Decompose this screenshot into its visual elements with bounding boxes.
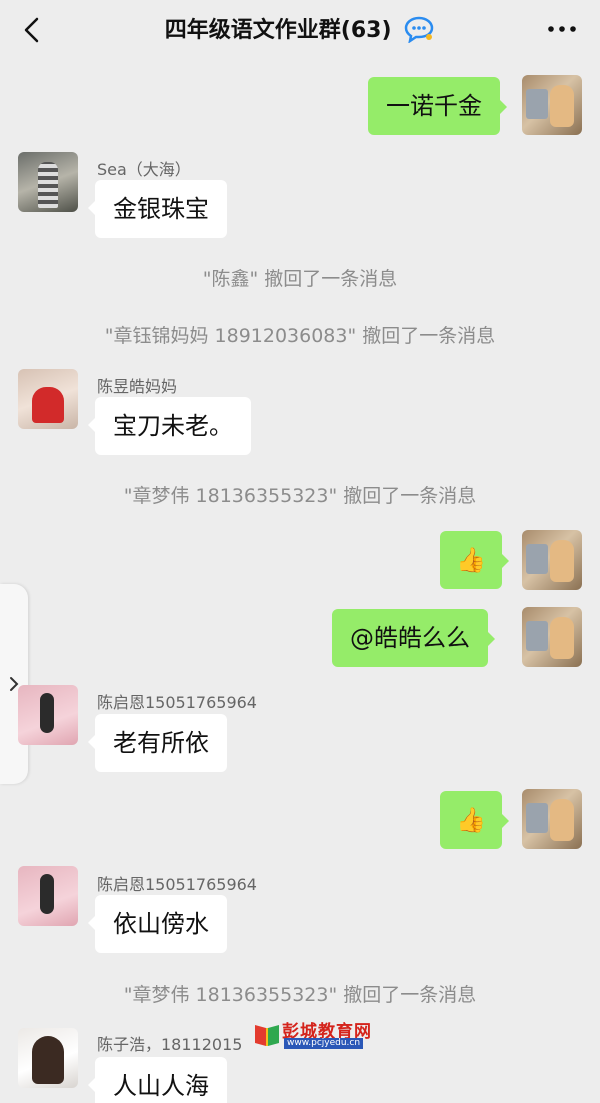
sender-name: 陈昱皓妈妈 <box>97 377 178 396</box>
thumbs-up-icon: 👍 <box>456 546 486 574</box>
outgoing-message-bubble[interactable]: 👍 <box>440 531 509 589</box>
incoming-message-bubble[interactable]: 人山人海 <box>88 1057 227 1103</box>
self-avatar[interactable] <box>522 75 582 135</box>
self-avatar[interactable] <box>522 607 582 667</box>
chat-title: 四年级语文作业群(63) <box>0 12 600 44</box>
self-avatar[interactable] <box>522 789 582 849</box>
book-logo-icon <box>255 1025 279 1046</box>
sender-avatar-qien[interactable] <box>18 866 78 926</box>
incoming-message-bubble[interactable]: 依山傍水 <box>88 895 227 953</box>
group-name: 四年级语文作业群(63) <box>164 18 392 43</box>
message-text: @皓皓么么 <box>350 624 470 652</box>
incoming-message-bubble[interactable]: 宝刀未老。 <box>88 397 251 455</box>
sender-avatar-sea[interactable] <box>18 152 78 212</box>
incoming-message-bubble[interactable]: 金银珠宝 <box>88 180 227 238</box>
outgoing-message-bubble[interactable]: @皓皓么么 <box>332 609 495 667</box>
outgoing-message-bubble[interactable]: 一诺千金 <box>368 77 507 135</box>
sender-name: 陈子浩，18112015 <box>97 1035 243 1054</box>
message-text: 一诺千金 <box>386 92 482 120</box>
recall-notice: "章梦伟 18136355323" 撤回了一条消息 <box>123 485 477 507</box>
message-text: 人山人海 <box>113 1072 209 1100</box>
site-watermark: 彭城教育网 www.pcjyedu.cn <box>252 1015 386 1051</box>
thumbs-up-icon: 👍 <box>456 806 486 834</box>
self-avatar[interactable] <box>522 530 582 590</box>
recall-notice: "章梦伟 18136355323" 撤回了一条消息 <box>123 984 477 1006</box>
message-text: 宝刀未老。 <box>113 412 233 440</box>
message-text: 老有所依 <box>113 729 209 757</box>
outgoing-message-bubble[interactable]: 👍 <box>440 791 509 849</box>
recall-notice: "章钰锦妈妈 18912036083" 撤回了一条消息 <box>104 325 496 347</box>
more-options-button[interactable] <box>542 14 582 44</box>
sender-name: 陈启恩15051765964 <box>97 693 257 712</box>
watermark-url: www.pcjyedu.cn <box>284 1038 364 1049</box>
side-panel-tab[interactable] <box>0 584 28 784</box>
sender-avatar-chen[interactable] <box>18 369 78 429</box>
message-text: 依山傍水 <box>113 910 209 938</box>
chat-bubble-icon <box>404 16 434 43</box>
message-text: 金银珠宝 <box>113 195 209 223</box>
recall-notice: "陈鑫" 撤回了一条消息 <box>202 268 398 290</box>
sender-name: Sea（大海） <box>97 160 191 179</box>
incoming-message-bubble[interactable]: 老有所依 <box>88 714 227 772</box>
sender-name: 陈启恩15051765964 <box>97 875 257 894</box>
top-bar: 四年级语文作业群(63) <box>0 0 600 62</box>
sender-avatar-qien[interactable] <box>18 685 78 745</box>
sender-avatar-zihao[interactable] <box>18 1028 78 1088</box>
more-dots-icon <box>548 26 576 32</box>
